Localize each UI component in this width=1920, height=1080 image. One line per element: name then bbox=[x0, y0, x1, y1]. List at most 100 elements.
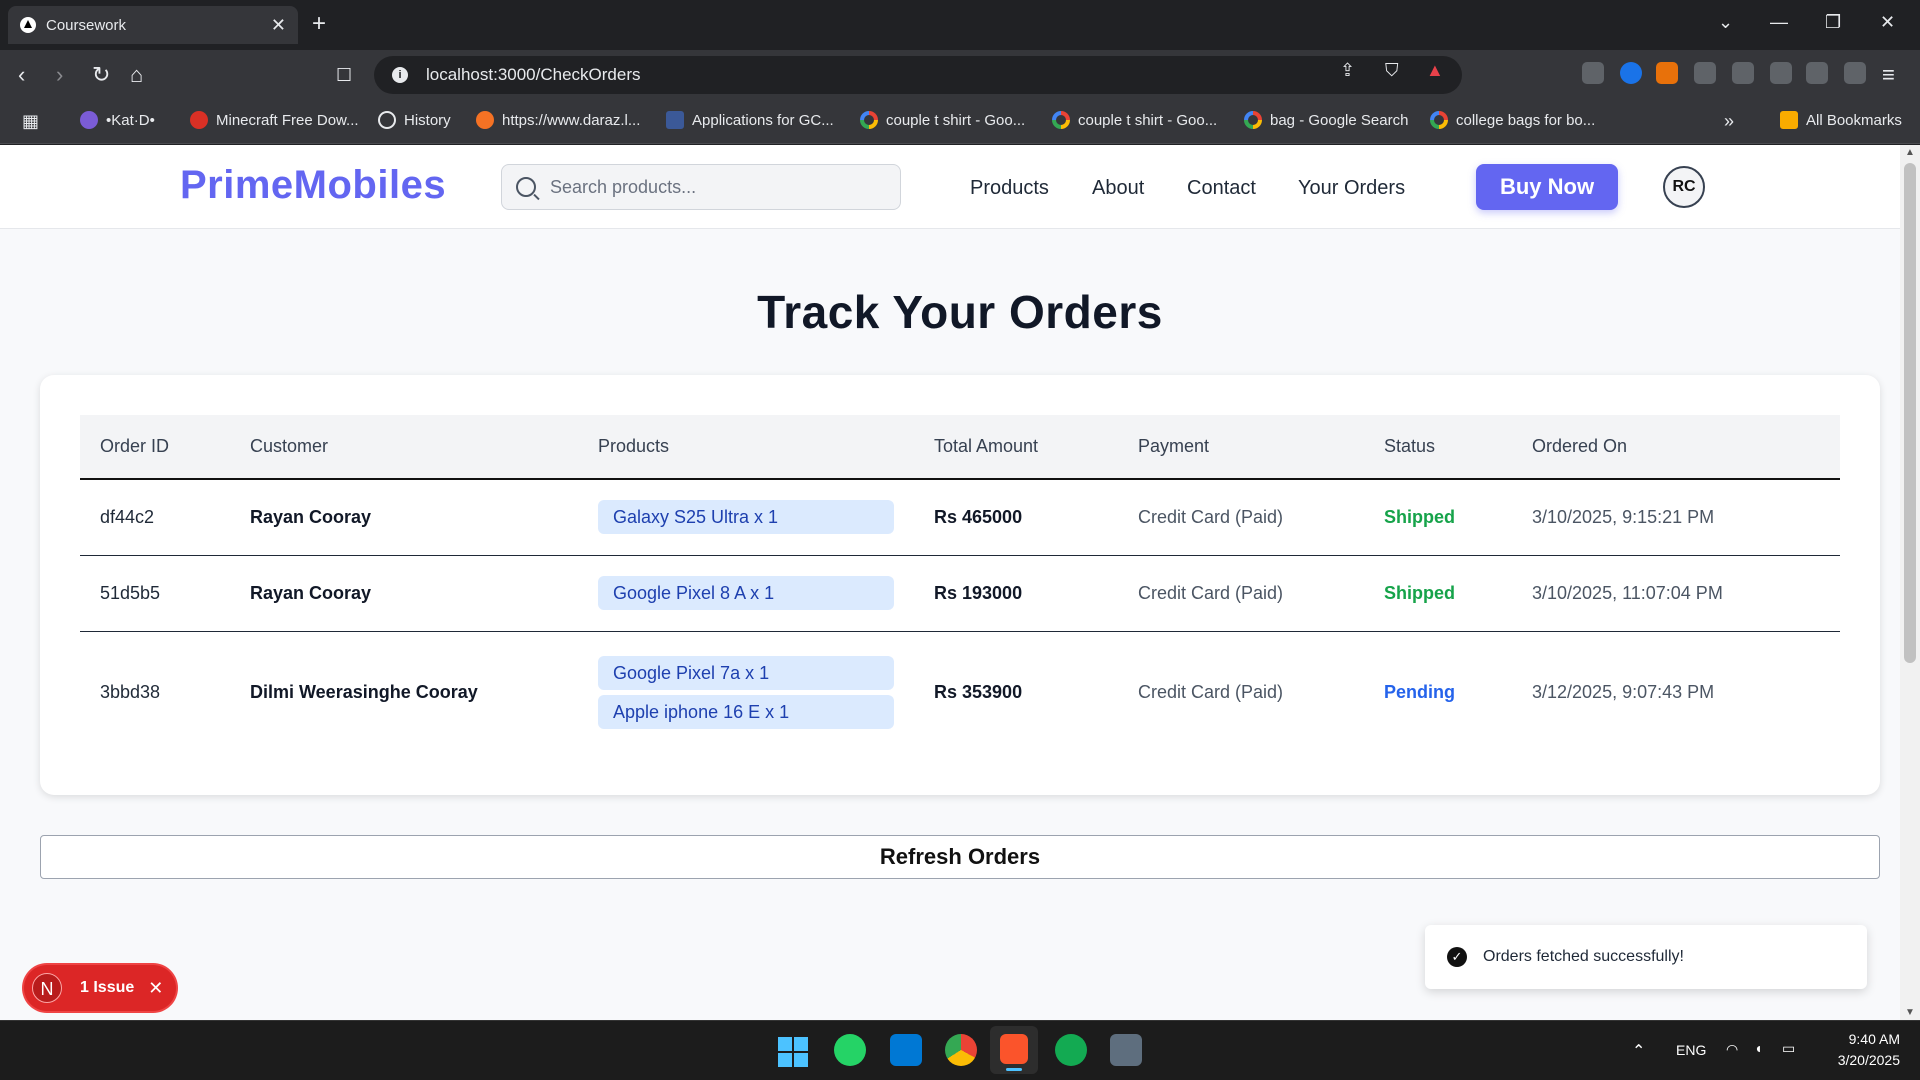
clock-date[interactable]: 3/20/2025 bbox=[1826, 1052, 1900, 1068]
leo-ai-icon[interactable] bbox=[1806, 62, 1828, 84]
scroll-thumb[interactable] bbox=[1904, 163, 1916, 663]
language-indicator[interactable]: ENG bbox=[1676, 1042, 1706, 1058]
wifi-icon[interactable]: ◠ bbox=[1726, 1041, 1738, 1058]
dismiss-issue-icon[interactable]: ✕ bbox=[148, 978, 163, 999]
products-cell: Galaxy S25 Ultra x 1 bbox=[578, 479, 914, 556]
search-icon bbox=[516, 177, 536, 197]
more-bookmarks-icon[interactable]: » bbox=[1724, 111, 1734, 132]
header-status: Status bbox=[1364, 415, 1512, 480]
search-input[interactable] bbox=[550, 176, 870, 198]
order-id: df44c2 bbox=[80, 479, 230, 556]
brave-shield-icon[interactable]: ⛉ bbox=[1385, 60, 1399, 81]
payment-method: Credit Card (Paid) bbox=[1118, 555, 1364, 632]
total-amount: Rs 353900 bbox=[934, 681, 1023, 702]
nav-your-orders[interactable]: Your Orders bbox=[1298, 177, 1405, 200]
all-bookmarks[interactable]: All Bookmarks bbox=[1780, 111, 1902, 129]
tab-title: Coursework bbox=[46, 16, 127, 34]
scroll-down-icon[interactable]: ▼ bbox=[1905, 1007, 1915, 1018]
extension-pen-icon[interactable] bbox=[1582, 62, 1604, 84]
bookmark-icon[interactable]: ☐ bbox=[336, 62, 352, 88]
back-icon[interactable]: ‹ bbox=[18, 62, 25, 88]
site-info-icon[interactable]: i bbox=[392, 67, 408, 83]
avatar[interactable]: RC bbox=[1663, 166, 1705, 208]
show-hidden-icons[interactable]: ⌃ bbox=[1632, 1041, 1645, 1061]
payment-method: Credit Card (Paid) bbox=[1138, 681, 1284, 702]
nav-about[interactable]: About bbox=[1092, 177, 1144, 200]
success-toast: ✓ Orders fetched successfully! bbox=[1425, 925, 1867, 989]
wallet-icon[interactable] bbox=[1770, 62, 1792, 84]
bookmark-item[interactable]: https://www.daraz.l... bbox=[476, 111, 640, 129]
chrome-icon[interactable] bbox=[945, 1034, 977, 1066]
share-icon[interactable]: ⇪ bbox=[1340, 60, 1355, 81]
apps-grid-icon[interactable]: ▦ bbox=[22, 111, 39, 132]
product-chip: Apple iphone 16 E x 1 bbox=[598, 694, 894, 729]
bookmark-item[interactable]: bag - Google Search bbox=[1244, 111, 1408, 129]
google-icon bbox=[1430, 111, 1448, 129]
order-date: 3/12/2025, 9:07:43 PM bbox=[1532, 681, 1715, 702]
extension-fox-icon[interactable] bbox=[1656, 62, 1678, 84]
brave-taskbar-button[interactable] bbox=[990, 1026, 1038, 1074]
table-row: 3bbd38 Dilmi Weerasinghe Cooray Google P… bbox=[80, 631, 1840, 753]
extensions-puzzle-icon[interactable] bbox=[1694, 62, 1716, 84]
check-circle-icon: ✓ bbox=[1447, 947, 1467, 967]
product-chip: Google Pixel 7a x 1 bbox=[598, 655, 894, 690]
nav-products[interactable]: Products bbox=[970, 177, 1049, 200]
url-text[interactable]: localhost:3000/CheckOrders bbox=[426, 65, 641, 85]
tab-search-chevron-icon[interactable]: ⌄ bbox=[1718, 12, 1733, 33]
window-close-icon[interactable]: ✕ bbox=[1880, 12, 1895, 33]
site-logo[interactable]: PrimeMobiles bbox=[180, 163, 446, 208]
issue-label[interactable]: 1 Issue bbox=[80, 979, 134, 997]
bookmark-item[interactable]: Minecraft Free Dow... bbox=[190, 111, 359, 129]
bookmark-item[interactable]: History bbox=[378, 111, 451, 129]
bookmark-item[interactable]: college bags for bo... bbox=[1430, 111, 1595, 129]
status-badge: Shipped bbox=[1364, 555, 1512, 632]
page-scrollbar[interactable]: ▲ ▼ bbox=[1900, 145, 1920, 1020]
forward-icon[interactable]: › bbox=[56, 62, 63, 88]
bookmark-item[interactable]: couple t shirt - Goo... bbox=[860, 111, 1025, 129]
calculator-icon[interactable] bbox=[1110, 1034, 1142, 1066]
scroll-up-icon[interactable]: ▲ bbox=[1905, 147, 1915, 158]
restore-icon[interactable]: ❐ bbox=[1825, 12, 1841, 33]
bookmark-item[interactable]: Applications for GC... bbox=[666, 111, 834, 129]
header-ordered-on: Ordered On bbox=[1512, 415, 1840, 480]
battery-icon[interactable]: ▭ bbox=[1782, 1040, 1795, 1057]
sidebar-icon[interactable] bbox=[1732, 62, 1754, 84]
vpn-icon[interactable] bbox=[1844, 62, 1866, 84]
bookmark-item[interactable]: couple t shirt - Goo... bbox=[1052, 111, 1217, 129]
applications-favicon-icon bbox=[666, 111, 684, 129]
windows-start-icon[interactable] bbox=[778, 1037, 808, 1067]
total-amount: Rs 193000 bbox=[914, 555, 1118, 632]
brave-rewards-icon[interactable]: ▲ bbox=[1426, 60, 1444, 81]
browser-tab[interactable]: Coursework ✕ bbox=[8, 6, 298, 44]
daraz-favicon-icon bbox=[476, 111, 494, 129]
bookmark-item[interactable]: •Kat·D• bbox=[80, 111, 155, 129]
tab-close-icon[interactable]: ✕ bbox=[271, 15, 286, 36]
minecraft-favicon-icon bbox=[190, 111, 208, 129]
menu-icon[interactable]: ≡ bbox=[1882, 62, 1895, 88]
minimize-icon[interactable]: — bbox=[1770, 12, 1788, 33]
new-tab-icon[interactable]: + bbox=[312, 10, 326, 38]
refresh-orders-button[interactable]: Refresh Orders bbox=[40, 835, 1880, 879]
clock-time[interactable]: 9:40 AM bbox=[1840, 1031, 1900, 1047]
extension-blue-icon[interactable] bbox=[1620, 62, 1642, 84]
orders-table: Order ID Customer Products Total Amount … bbox=[80, 415, 1840, 753]
whatsapp-icon[interactable] bbox=[834, 1034, 866, 1066]
buy-now-button[interactable]: Buy Now bbox=[1476, 164, 1618, 210]
table-header-row: Order ID Customer Products Total Amount … bbox=[80, 415, 1840, 480]
active-indicator bbox=[1006, 1068, 1022, 1071]
vscode-icon[interactable] bbox=[890, 1034, 922, 1066]
nav-contact[interactable]: Contact bbox=[1187, 177, 1256, 200]
customer-name: Rayan Cooray bbox=[230, 479, 578, 556]
volume-icon[interactable]: ◖ bbox=[1754, 1040, 1762, 1056]
mongodb-compass-icon[interactable] bbox=[1055, 1034, 1087, 1066]
search-box[interactable] bbox=[501, 164, 901, 210]
product-chip: Google Pixel 8 A x 1 bbox=[598, 576, 894, 610]
nextjs-issue-badge[interactable]: N 1 Issue ✕ bbox=[24, 965, 176, 1011]
home-icon[interactable]: ⌂ bbox=[130, 62, 143, 88]
products-cell: Google Pixel 7a x 1 Apple iphone 16 E x … bbox=[578, 631, 914, 753]
address-bar[interactable]: i localhost:3000/CheckOrders bbox=[374, 56, 1462, 94]
google-icon bbox=[1052, 111, 1070, 129]
header-total-amount: Total Amount bbox=[914, 415, 1118, 480]
site-header: PrimeMobiles Products About Contact Your… bbox=[0, 145, 1900, 229]
reload-icon[interactable]: ↻ bbox=[92, 62, 110, 88]
